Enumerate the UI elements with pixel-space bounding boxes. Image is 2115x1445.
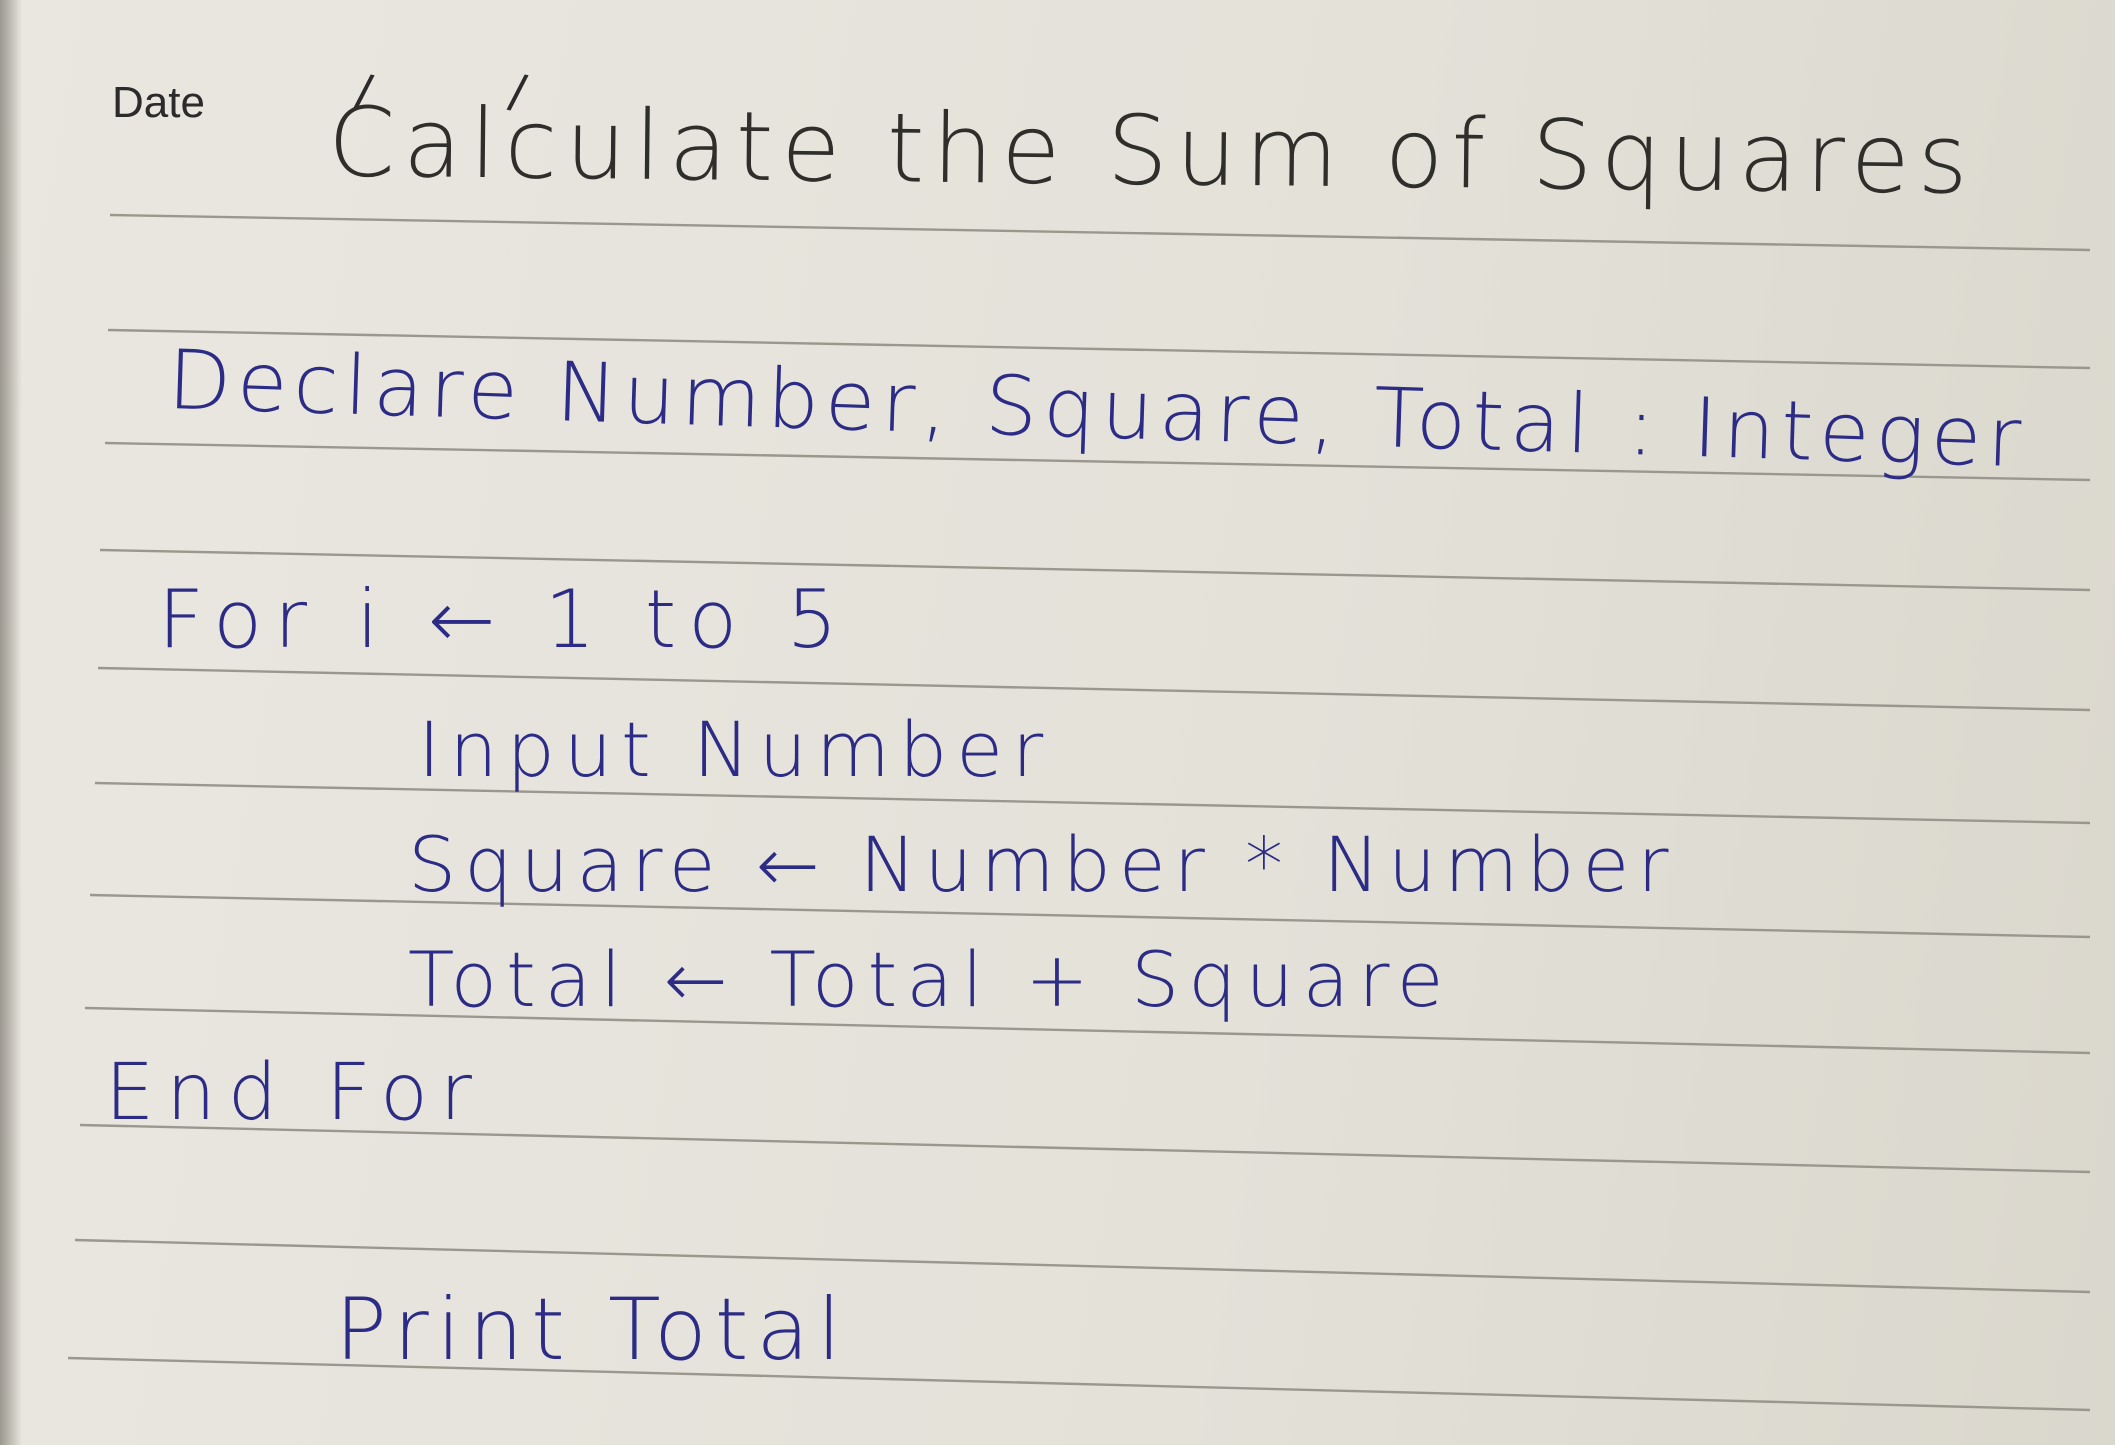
rule-line bbox=[97, 666, 2091, 712]
pseudocode-line-total: Total ← Total + Square bbox=[408, 935, 1453, 1024]
rule-line bbox=[94, 781, 2091, 825]
pseudocode-line-for: For i ← 1 to 5 bbox=[158, 573, 850, 666]
rule-line bbox=[109, 213, 2091, 252]
pseudocode-line-square: Square ← Number * Number bbox=[408, 820, 1677, 909]
pseudocode-line-print: Print Total bbox=[335, 1280, 850, 1380]
date-label: Date bbox=[112, 78, 205, 127]
notebook-page: Date / / Calculate the Sum of Squares De… bbox=[0, 0, 2115, 1445]
note-title: Calculate the Sum of Squares bbox=[327, 86, 1977, 216]
pseudocode-line-end-for: End For bbox=[105, 1048, 484, 1138]
ruled-lines bbox=[67, 213, 2091, 1412]
pseudocode-line-input: Input Number bbox=[418, 705, 1053, 794]
